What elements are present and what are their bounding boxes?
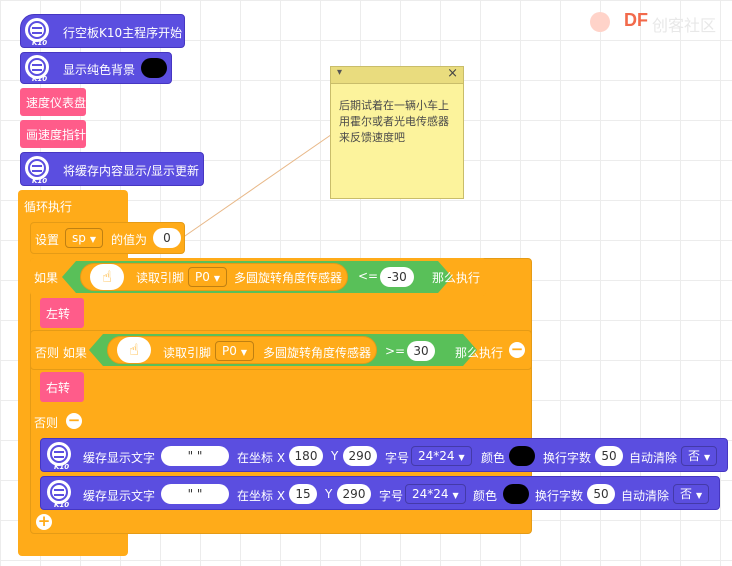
pin-dropdown-2[interactable]: P0 ▼ (215, 341, 255, 361)
loop-label: 循环执行 (24, 200, 73, 214)
auto-clear-label-2: 自动清除 (621, 489, 670, 503)
read-pin-label-2: 读取引脚 (163, 346, 212, 360)
note-header[interactable]: ▾ × (331, 66, 463, 84)
set-variable-block[interactable]: 设置 sp ▼ 的值为 0 (30, 222, 185, 254)
auto-clear-dropdown-2[interactable]: 否 ▼ (673, 484, 710, 504)
minus-circle-icon[interactable]: − (66, 413, 82, 429)
display-cache-block[interactable]: K10 将缓存内容显示/显示更新 (20, 152, 204, 186)
cache-text-block-2[interactable]: K10 缓存显示文字 " " 在坐标 X 15 Y 290 字号 24*24 ▼ … (40, 476, 720, 510)
coord-y-input-1[interactable]: 290 (343, 446, 377, 466)
if-row: 如果 ☝ 读取引脚 P0 ▼ 多圆旋转角度传感器 <= -30 那么执行 (30, 258, 486, 296)
show-background-label: 显示纯色背景 (63, 63, 136, 77)
cache-text-input-2[interactable]: " " (161, 484, 229, 504)
read-pin-label-1: 读取引脚 (136, 271, 185, 285)
font-size-label-2: 字号 (379, 489, 404, 503)
show-background-block[interactable]: K10 显示纯色背景 (20, 52, 172, 84)
turn-left-block[interactable]: 左转 (40, 298, 84, 328)
turn-left-label: 左转 (46, 306, 71, 321)
coord-x-input-2[interactable]: 15 (289, 484, 317, 504)
dropdown-arrow-icon: ▼ (89, 235, 97, 244)
coord-y-input-2[interactable]: 290 (337, 484, 371, 504)
coord-y-label-2: Y (325, 487, 333, 501)
coord-x-input-1[interactable]: 180 (289, 446, 323, 466)
elif-row: 否则 如果 ☝ 读取引脚 P0 ▼ 多圆旋转角度传感器 >= 30 那么执行 − (30, 330, 532, 370)
pin-dropdown-1[interactable]: P0 ▼ (188, 267, 228, 287)
variable-dropdown[interactable]: sp ▼ (65, 228, 104, 248)
dropdown-arrow-icon: ▼ (213, 274, 221, 283)
elif-label: 否则 如果 (35, 346, 87, 360)
dropdown-arrow-icon: ▼ (696, 491, 703, 500)
font-size-dropdown-1[interactable]: 24*24 ▼ (411, 446, 472, 466)
main-start-block[interactable]: K10 行空板K10主程序开始 (20, 14, 185, 48)
auto-clear-label-1: 自动清除 (629, 451, 678, 465)
sensor-label-1: 多圆旋转角度传感器 (234, 271, 343, 285)
dropdown-arrow-icon: ▼ (458, 453, 465, 462)
sensor-label-2: 多圆旋转角度传感器 (263, 346, 372, 360)
dropdown-arrow-icon: ▼ (452, 491, 459, 500)
main-start-label: 行空板K10主程序开始 (63, 26, 183, 40)
speedometer-block[interactable]: 速度仪表盘 (20, 88, 86, 116)
cache-text-input-1[interactable]: " " (161, 446, 229, 466)
note-collapse-icon[interactable]: ▾ (337, 67, 342, 78)
hand-touch-icon: ☝ (90, 264, 124, 290)
compare-value-1[interactable]: -30 (380, 267, 414, 287)
color-swatch-black[interactable] (503, 484, 529, 504)
dropdown-arrow-icon: ▼ (704, 453, 711, 462)
draw-pointer-block[interactable]: 画速度指针 (20, 120, 86, 148)
coord-x-label-2: 在坐标 X (237, 489, 286, 503)
close-icon[interactable]: × (447, 66, 458, 81)
turn-right-label: 右转 (46, 380, 71, 395)
compare-value-2[interactable]: 30 (407, 341, 435, 361)
else-label: 否则 (34, 416, 59, 430)
wrap-input-1[interactable]: 50 (595, 446, 623, 466)
cache-text-label-2: 缓存显示文字 (83, 489, 156, 503)
font-size-dropdown-2[interactable]: 24*24 ▼ (405, 484, 466, 504)
wrap-label-2: 换行字数 (535, 489, 584, 503)
set-label: 设置 (35, 233, 60, 247)
color-label-1: 颜色 (481, 451, 506, 465)
auto-clear-dropdown-1[interactable]: 否 ▼ (681, 446, 718, 466)
cache-text-block-1[interactable]: K10 缓存显示文字 " " 在坐标 X 180 Y 290 字号 24*24 ▼… (40, 438, 728, 472)
plus-circle-icon[interactable]: + (36, 514, 52, 530)
coord-x-label-1: 在坐标 X (237, 451, 286, 465)
color-label-2: 颜色 (473, 489, 498, 503)
comment-note[interactable]: ▾ × 后期试着在一辆小车上用霍尔或者光电传感器来反馈速度吧 (330, 66, 464, 199)
dropdown-arrow-icon: ▼ (240, 348, 248, 357)
display-cache-label: 将缓存内容显示/显示更新 (63, 164, 200, 178)
then-label-1: 那么执行 (432, 271, 481, 285)
draw-pointer-label: 画速度指针 (26, 127, 87, 142)
speedometer-label: 速度仪表盘 (26, 95, 87, 110)
minus-circle-icon[interactable]: − (509, 342, 525, 358)
coord-y-label-1: Y (331, 449, 339, 463)
compare-op-2: >= (385, 344, 406, 358)
font-size-label-1: 字号 (385, 451, 410, 465)
set-mid-label: 的值为 (111, 233, 148, 247)
color-swatch-black[interactable] (141, 58, 167, 78)
set-value-input[interactable]: 0 (153, 228, 181, 248)
hand-touch-icon: ☝ (117, 337, 151, 363)
wrap-label-1: 换行字数 (543, 451, 592, 465)
note-text[interactable]: 后期试着在一辆小车上用霍尔或者光电传感器来反馈速度吧 (331, 84, 463, 146)
color-swatch-black[interactable] (509, 446, 535, 466)
wrap-input-2[interactable]: 50 (587, 484, 615, 504)
if-label: 如果 (34, 271, 59, 285)
then-label-2: 那么执行 (455, 346, 504, 360)
turn-right-block[interactable]: 右转 (40, 372, 84, 402)
compare-op-1: <= (358, 269, 379, 283)
cache-text-label-1: 缓存显示文字 (83, 451, 156, 465)
